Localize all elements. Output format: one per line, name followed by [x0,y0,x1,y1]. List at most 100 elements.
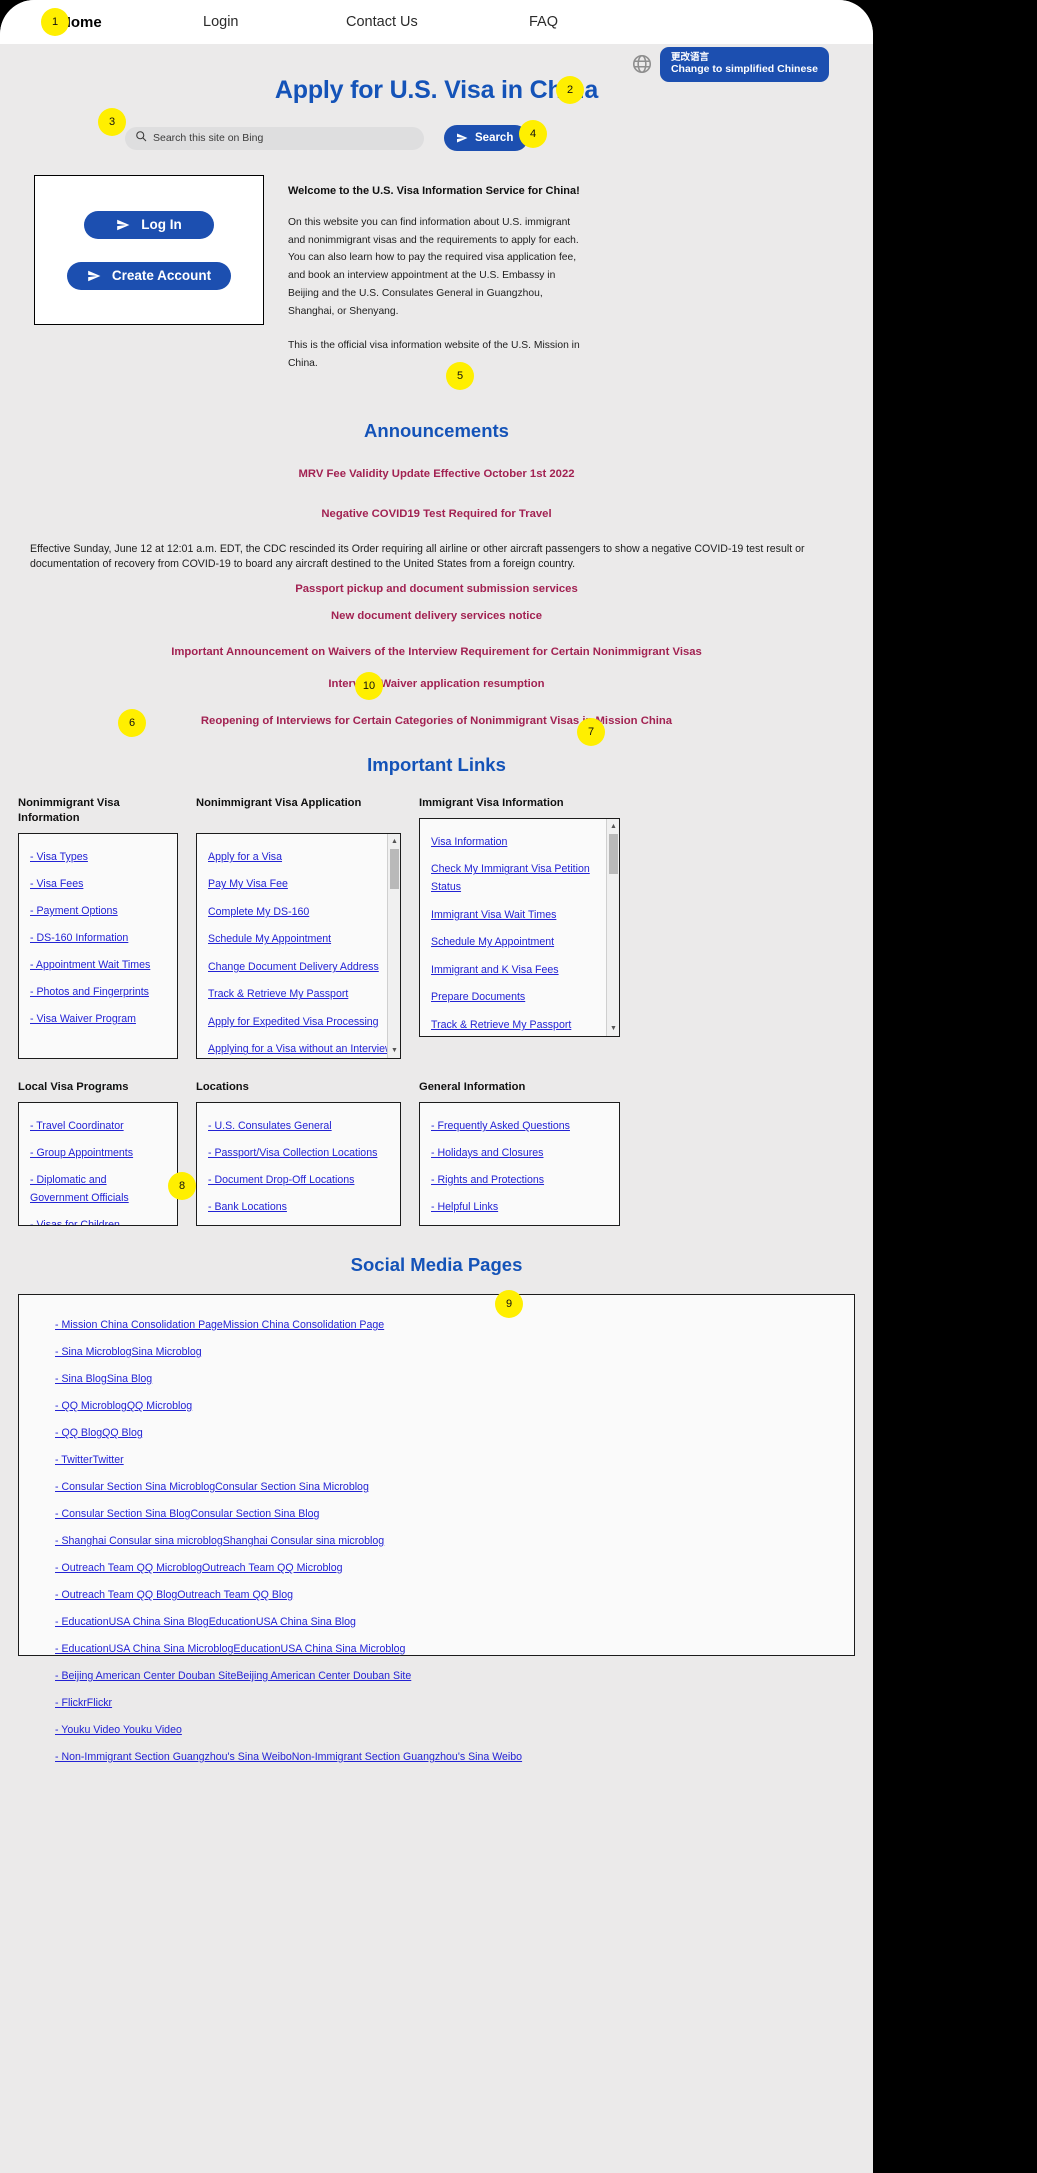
column-heading: Nonimmigrant Visa Information [18,796,120,824]
social-link[interactable]: - QQ MicroblogQQ Microblog [55,1400,192,1412]
link-item[interactable]: - Helpful Links [431,1201,498,1213]
link-item[interactable]: - Bank Locations [208,1201,287,1213]
log-in-button[interactable]: Log In [84,210,214,239]
search-button-label: Search [475,132,514,144]
link-box: - U.S. Consulates General - Passport/Vis… [196,1101,401,1226]
scroll-up-arrow-icon[interactable]: ▲ [388,835,400,848]
social-link[interactable]: - Consular Section Sina BlogConsular Sec… [55,1508,319,1520]
search-icon [135,129,147,147]
social-link[interactable]: - Youku Video Youku Video [55,1724,182,1736]
paper-plane-icon [456,132,468,144]
link-box: - Travel Coordinator - Group Appointment… [18,1101,178,1226]
social-link[interactable]: - Non-Immigrant Section Guangzhou's Sina… [55,1751,522,1763]
announcement-link[interactable]: MRV Fee Validity Update Effective Octobe… [0,468,873,480]
scrollbar-thumb[interactable] [609,833,618,874]
link-item[interactable]: Track & Retrieve My Passport [431,1019,571,1031]
link-item[interactable]: Immigrant Visa Wait Times [431,909,556,921]
link-item[interactable]: - Appointment Wait Times [30,959,150,971]
social-link[interactable]: - Mission China Consolidation PageMissio… [55,1319,384,1331]
link-item[interactable]: - Document Drop-Off Locations [208,1174,354,1186]
announcement-link[interactable]: Interview Waiver application resumption [0,678,873,690]
link-item[interactable]: - Travel Coordinator [30,1120,124,1132]
change-language-button[interactable]: 更改语言 Change to simplified Chinese [659,47,829,82]
nav-item-home[interactable]: Home [60,14,102,31]
announcement-link[interactable]: Reopening of Interviews for Certain Cate… [0,715,873,727]
link-item[interactable]: - Photos and Fingerprints [30,986,149,998]
link-item[interactable]: - Diplomatic and Government Officials [30,1174,129,1204]
link-item[interactable]: Change Document Delivery Address [208,961,379,973]
link-item[interactable]: - Visa Types [30,851,88,863]
link-item[interactable]: Prepare Documents [431,991,525,1003]
search-box[interactable] [125,126,424,150]
link-item[interactable]: - Frequently Asked Questions [431,1120,570,1132]
paper-plane-icon [87,269,101,283]
link-item[interactable]: - Visas for Children [30,1219,120,1225]
announcement-link[interactable]: Negative COVID19 Test Required for Trave… [0,508,873,520]
important-links-grid-top: Nonimmigrant Visa Information - Visa Typ… [18,796,873,1059]
welcome-paragraph-1: On this website you can find information… [288,217,579,317]
social-link[interactable]: - EducationUSA China Sina BlogEducationU… [55,1616,356,1628]
social-link[interactable]: - TwitterTwitter [55,1454,124,1466]
browser-viewport: Home Login Contact Us FAQ 更改语言 Change to… [0,0,873,2173]
link-item[interactable]: Check My Immigrant Visa Petition Status [431,863,590,893]
link-item[interactable]: Apply for Expedited Visa Processing [208,1016,379,1028]
announcement-link[interactable]: New document delivery services notice [0,610,873,622]
cdc-notice-text: Effective Sunday, June 12 at 12:01 a.m. … [30,542,805,571]
announcements-heading: Announcements [364,419,509,441]
link-item[interactable]: - U.S. Consulates General [208,1120,332,1132]
create-account-label: Create Account [111,268,212,283]
column-heading: Local Visa Programs [18,1080,129,1093]
link-box-scrollable: Visa Information Check My Immigrant Visa… [419,817,620,1037]
link-column-nonimmigrant-visa-information: Nonimmigrant Visa Information - Visa Typ… [18,796,178,1059]
link-item[interactable]: Track & Retrieve My Passport [208,988,348,1000]
social-link[interactable]: - Beijing American Center Douban SiteBei… [55,1670,411,1682]
link-box-scrollable: Apply for a Visa Pay My Visa Fee Complet… [196,832,401,1059]
scroll-down-arrow-icon[interactable]: ▼ [607,1022,619,1035]
link-item[interactable]: - Holidays and Closures [431,1147,543,1159]
search-input[interactable] [153,132,414,144]
search-button[interactable]: Search [444,125,529,151]
nav-item-faq[interactable]: FAQ [529,14,558,30]
link-item[interactable]: - DS-160 Information [30,932,128,944]
column-heading: Immigrant Visa Information [419,796,564,809]
important-links-heading: Important Links [367,753,506,775]
scroll-down-arrow-icon[interactable]: ▼ [388,1044,400,1057]
link-item[interactable]: Schedule My Appointment [431,936,554,948]
create-account-button[interactable]: Create Account [66,261,232,290]
social-link[interactable]: - Outreach Team QQ MicroblogOutreach Tea… [55,1562,343,1574]
important-links-grid-bottom: Local Visa Programs - Travel Coordinator… [18,1080,873,1226]
nav-item-contact-us[interactable]: Contact Us [346,14,418,30]
social-link[interactable]: - QQ BlogQQ Blog [55,1427,143,1439]
link-item[interactable]: - Passport/Visa Collection Locations [208,1147,377,1159]
link-item[interactable]: - Visa Fees [30,878,83,890]
announcement-link[interactable]: Important Announcement on Waivers of the… [0,646,873,658]
social-link[interactable]: - Sina MicroblogSina Microblog [55,1346,202,1358]
top-navigation-bar: Home Login Contact Us FAQ [0,0,873,44]
link-item[interactable]: - Payment Options [30,905,118,917]
link-item[interactable]: Complete My DS-160 [208,906,309,918]
vertical-scrollbar[interactable]: ▲ ▼ [606,818,619,1036]
social-link[interactable]: - Shanghai Consular sina microblogShangh… [55,1535,384,1547]
link-item[interactable]: - Visa Waiver Program [30,1013,136,1025]
social-link[interactable]: - EducationUSA China Sina MicroblogEduca… [55,1643,405,1655]
welcome-text-block: Welcome to the U.S. Visa Information Ser… [288,175,588,390]
link-item[interactable]: - Group Appointments [30,1147,133,1159]
link-item[interactable]: Immigrant and K Visa Fees [431,964,559,976]
link-item[interactable]: Schedule My Appointment [208,933,331,945]
link-box: - Frequently Asked Questions - Holidays … [419,1101,620,1226]
social-link[interactable]: - Outreach Team QQ BlogOutreach Team QQ … [55,1589,293,1601]
nav-item-login[interactable]: Login [203,14,238,30]
scroll-up-arrow-icon[interactable]: ▲ [607,820,619,833]
social-link[interactable]: - Consular Section Sina MicroblogConsula… [55,1481,369,1493]
link-item[interactable]: Apply for a Visa [208,851,282,863]
announcement-link[interactable]: Passport pickup and document submission … [0,583,873,595]
link-item[interactable]: Applying for a Visa without an Interview [208,1043,393,1055]
social-link[interactable]: - Sina BlogSina Blog [55,1373,152,1385]
link-item[interactable]: Visa Information [431,836,507,848]
vertical-scrollbar[interactable]: ▲ ▼ [387,833,400,1058]
link-column-immigrant-visa-information: Immigrant Visa Information Visa Informat… [419,796,620,1059]
link-item[interactable]: Pay My Visa Fee [208,878,288,890]
scrollbar-thumb[interactable] [390,848,399,889]
social-link[interactable]: - FlickrFlickr [55,1697,112,1709]
link-item[interactable]: - Rights and Protections [431,1174,544,1186]
